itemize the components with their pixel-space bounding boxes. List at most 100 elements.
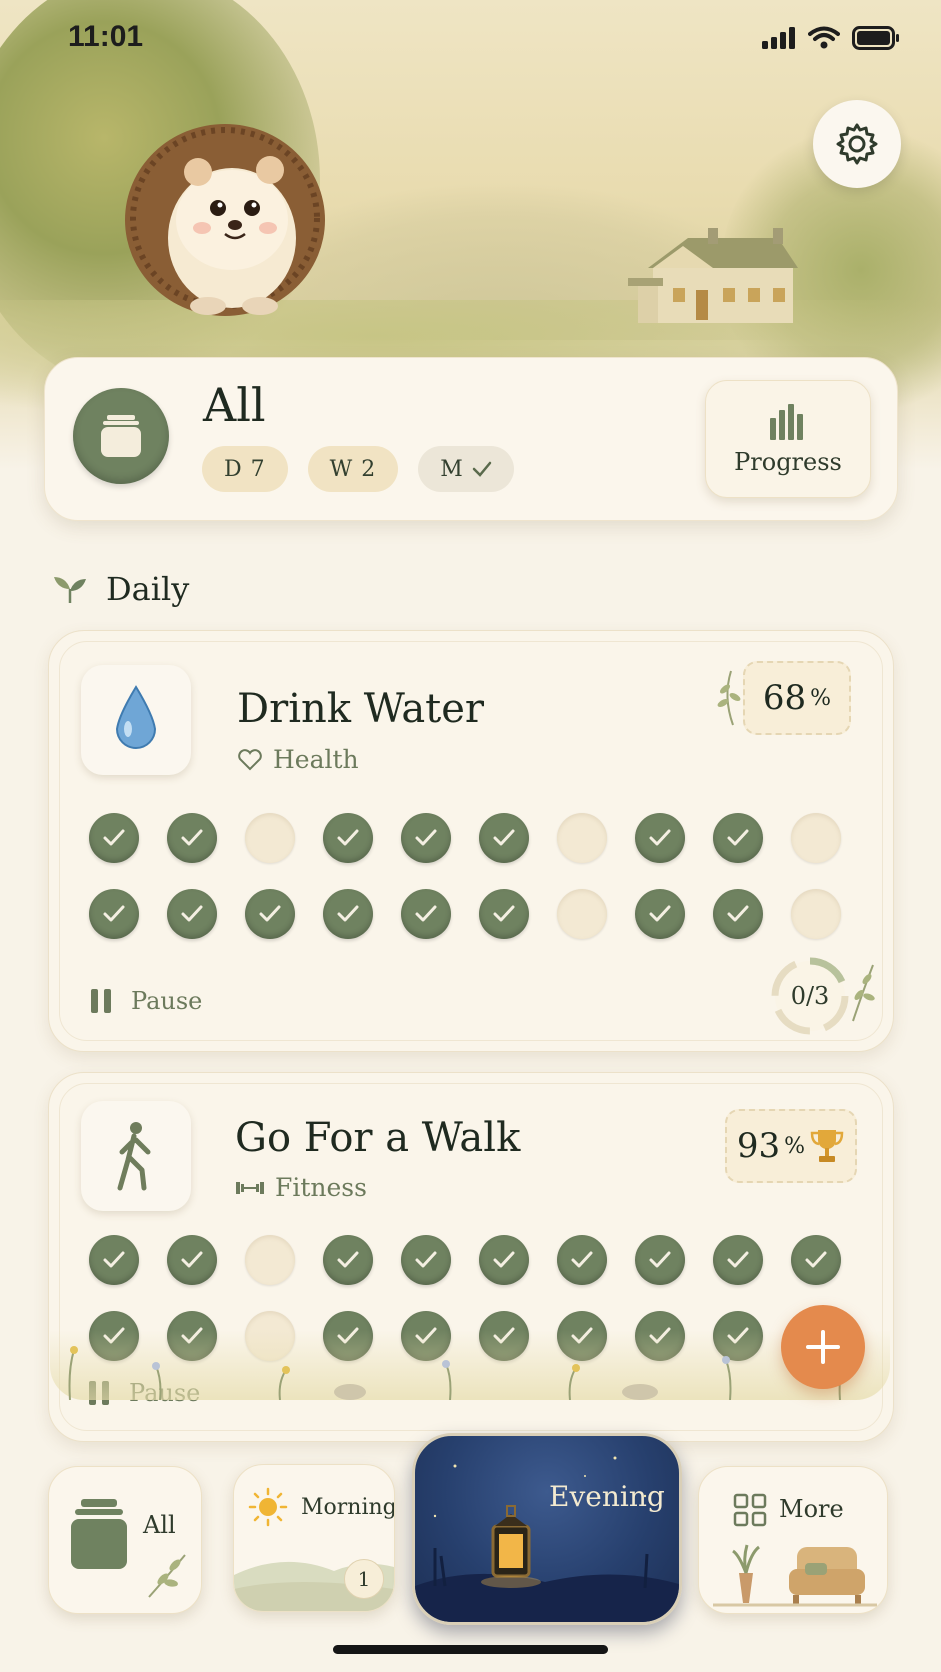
- day-check-empty[interactable]: [557, 889, 607, 939]
- check-icon: [103, 829, 125, 846]
- check-icon: [649, 1251, 671, 1268]
- walking-person-icon: [117, 1122, 151, 1191]
- check-icon: [805, 1251, 827, 1268]
- day-check-empty[interactable]: [791, 813, 841, 863]
- jar-icon: [71, 1499, 127, 1569]
- day-check-done[interactable]: [323, 813, 373, 863]
- gear-icon: [836, 123, 878, 165]
- day-check-done[interactable]: [401, 889, 451, 939]
- day-check-done[interactable]: [89, 1235, 139, 1285]
- pill-month[interactable]: M: [418, 446, 514, 492]
- day-check-empty[interactable]: [557, 813, 607, 863]
- day-check-done[interactable]: [167, 889, 217, 939]
- pause-button[interactable]: Pause: [91, 987, 202, 1015]
- day-check-done[interactable]: [479, 889, 529, 939]
- today-progress-ring: 0/3: [769, 955, 851, 1037]
- heart-icon: [238, 748, 262, 770]
- day-check-done[interactable]: [323, 1235, 373, 1285]
- check-icon: [493, 905, 515, 922]
- day-check-empty[interactable]: [791, 889, 841, 939]
- summary-title: All: [203, 378, 266, 432]
- day-check-done[interactable]: [713, 813, 763, 863]
- day-check-done[interactable]: [791, 1235, 841, 1285]
- check-icon: [727, 829, 749, 846]
- pause-icon: [91, 989, 111, 1013]
- signal-icon: [762, 27, 795, 49]
- water-drop-icon: [115, 685, 157, 749]
- tab-morning-label: Morning: [301, 1495, 395, 1520]
- add-habit-button[interactable]: [781, 1305, 865, 1389]
- progress-button[interactable]: Progress: [705, 380, 871, 498]
- night-scene: [415, 1456, 679, 1622]
- summary-card: All D 7 W 2 M Progress: [44, 357, 898, 521]
- day-check-done[interactable]: [713, 1235, 763, 1285]
- status-icons: [762, 26, 900, 50]
- today-count: 0/3: [790, 982, 830, 1010]
- walking-icon-tile: [81, 1101, 191, 1211]
- check-icon: [649, 905, 671, 922]
- day-check-empty[interactable]: [245, 813, 295, 863]
- section-header: Daily: [52, 570, 189, 608]
- habit-card-drink-water[interactable]: Drink Water Health 68 % Pause 0/3: [48, 630, 894, 1052]
- day-check-done[interactable]: [635, 889, 685, 939]
- day-check-done[interactable]: [245, 889, 295, 939]
- meadow-decoration: [50, 1330, 890, 1401]
- day-check-done[interactable]: [323, 889, 373, 939]
- day-check-done[interactable]: [479, 813, 529, 863]
- pill-day[interactable]: D 7: [202, 446, 288, 492]
- percent-value: 93: [736, 1126, 781, 1166]
- check-icon: [337, 1251, 359, 1268]
- check-icon: [337, 905, 359, 922]
- day-check-done[interactable]: [479, 1235, 529, 1285]
- check-icon: [415, 829, 437, 846]
- check-icon: [181, 829, 203, 846]
- percent-unit: %: [810, 685, 832, 711]
- check-icon: [415, 1251, 437, 1268]
- water-drop-icon-tile: [81, 665, 191, 775]
- percent-value: 68: [762, 678, 807, 718]
- day-check-done[interactable]: [167, 1235, 217, 1285]
- jar-badge[interactable]: [73, 388, 169, 484]
- armchair-illustration: [713, 1544, 877, 1607]
- check-icon: [181, 905, 203, 922]
- check-grid: [89, 813, 841, 939]
- day-check-done[interactable]: [713, 889, 763, 939]
- check-icon: [727, 905, 749, 922]
- tab-evening-label: Evening: [549, 1480, 665, 1513]
- bar-chart-icon: [770, 404, 803, 440]
- pill-month-label: M: [440, 456, 464, 482]
- check-icon: [493, 1251, 515, 1268]
- tab-morning[interactable]: Morning 1: [233, 1464, 395, 1612]
- day-check-done[interactable]: [89, 813, 139, 863]
- pill-day-label: D 7: [224, 456, 266, 482]
- check-icon: [649, 829, 671, 846]
- status-time: 11:01: [68, 20, 144, 53]
- habit-category: Fitness: [235, 1173, 367, 1202]
- day-check-done[interactable]: [635, 813, 685, 863]
- habit-category-label: Health: [273, 745, 359, 774]
- day-check-done[interactable]: [635, 1235, 685, 1285]
- leaf-sprig-icon: [717, 670, 741, 726]
- check-icon: [472, 461, 492, 477]
- hedgehog-illustration: [125, 124, 325, 316]
- settings-button[interactable]: [813, 100, 901, 188]
- sun-icon: [248, 1487, 288, 1527]
- period-pills: D 7 W 2 M: [202, 446, 514, 492]
- section-title: Daily: [106, 570, 190, 608]
- tab-evening[interactable]: Evening: [412, 1433, 682, 1625]
- pill-week[interactable]: W 2: [307, 446, 399, 492]
- check-icon: [103, 905, 125, 922]
- tab-more[interactable]: More: [698, 1466, 888, 1614]
- day-check-done[interactable]: [401, 1235, 451, 1285]
- day-check-done[interactable]: [401, 813, 451, 863]
- habit-name: Go For a Walk: [235, 1115, 521, 1161]
- tab-all[interactable]: All: [48, 1466, 202, 1614]
- day-check-done[interactable]: [167, 813, 217, 863]
- morning-count-badge: 1: [344, 1559, 384, 1599]
- day-check-done[interactable]: [557, 1235, 607, 1285]
- home-indicator: [333, 1645, 608, 1654]
- grid-icon: [733, 1493, 767, 1527]
- check-icon: [259, 905, 281, 922]
- day-check-empty[interactable]: [245, 1235, 295, 1285]
- day-check-done[interactable]: [89, 889, 139, 939]
